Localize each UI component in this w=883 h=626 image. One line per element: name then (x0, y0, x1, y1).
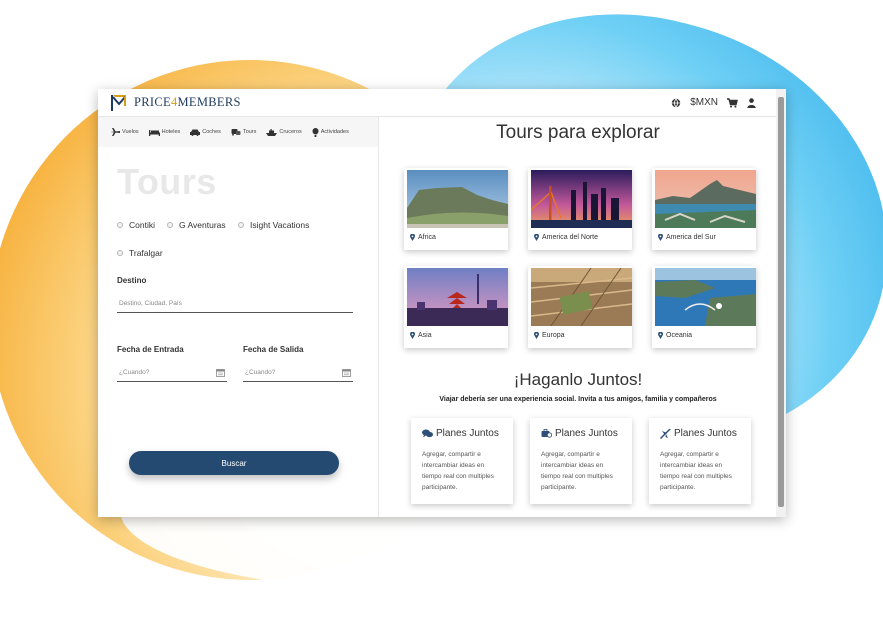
map-pin-icon (658, 234, 663, 241)
plan-card-header: Planes Juntos (541, 428, 622, 439)
search-panel: Vuelos Hoteles Coches Tours Cruceros Act… (98, 117, 379, 517)
checkin-label: Fecha de Entrada (117, 345, 184, 354)
tour-label-oceania: Oceania (658, 332, 692, 339)
radio-button[interactable] (117, 250, 123, 256)
plan-card-text: Agregar, compartir e intercambiar ideas … (422, 451, 494, 491)
operator-option-trafalgar[interactable]: Trafalgar (117, 248, 163, 258)
tour-bus-icon (231, 129, 241, 136)
plan-card-header: Planes Juntos (422, 428, 503, 439)
tour-image-europa (531, 268, 632, 326)
tours-title: Tours para explorar (496, 122, 660, 143)
plan-card-3[interactable]: Planes Juntos Agregar, compartir e inter… (649, 418, 751, 504)
top-actions: $MXN (671, 97, 756, 108)
ship-icon (266, 128, 278, 136)
plan-card-2[interactable]: Planes Juntos Agregar, compartir e inter… (530, 418, 632, 504)
destination-input[interactable]: Destino, Ciudad, País (117, 295, 353, 313)
tour-card-oceania[interactable]: Oceania (652, 266, 756, 348)
nav-item-vuelos[interactable]: Vuelos (110, 128, 139, 136)
tours-panel: Tours para explorar Africa America del N… (380, 117, 776, 517)
tour-label-america-del-sur: America del Sur (658, 234, 716, 241)
top-bar: PRICE4MEMBERS $MXN (98, 89, 786, 117)
scrollbar-thumb[interactable] (778, 97, 784, 507)
tour-label-asia: Asia (410, 332, 432, 339)
tour-image-asia (407, 268, 508, 326)
tour-label-europa: Europa (534, 332, 565, 339)
map-pin-icon (534, 234, 539, 241)
car-icon (190, 129, 201, 136)
plan-card-text: Agregar, compartir e intercambiar ideas … (660, 451, 732, 491)
tour-card-america-del-sur[interactable]: America del Sur (652, 168, 756, 250)
operator-option-contiki[interactable]: Contiki (117, 220, 155, 230)
radio-button[interactable] (167, 222, 173, 228)
together-title: ¡Haganlo Juntos! (513, 370, 643, 389)
map-pin-icon (410, 332, 415, 339)
tour-label-africa: Africa (410, 234, 436, 241)
currency-selector[interactable]: $MXN (690, 97, 718, 108)
nav-item-actividades[interactable]: Actividades (312, 127, 349, 137)
checkout-date-input[interactable]: ¿Cuando? (243, 364, 353, 382)
nav-item-hoteles[interactable]: Hoteles (148, 129, 180, 136)
operator-option-isight-vacations[interactable]: Isight Vacations (238, 220, 309, 230)
logo-mark-icon (111, 94, 126, 111)
checkin-date-input[interactable]: ¿Cuando? (117, 364, 227, 382)
browser-window: PRICE4MEMBERS $MXN Vuelos Hoteles Coches (98, 89, 786, 517)
user-icon[interactable] (747, 97, 756, 108)
suitcase-icon (541, 429, 552, 438)
nav-item-tours[interactable]: Tours (231, 128, 256, 136)
tour-card-europa[interactable]: Europa (528, 266, 632, 348)
vertical-scrollbar[interactable] (776, 89, 786, 517)
page-title: Tours (117, 161, 217, 202)
brand-logo[interactable]: PRICE4MEMBERS (110, 94, 241, 112)
calendar-icon[interactable] (342, 368, 351, 377)
tour-image-america-del-sur (655, 170, 756, 228)
tour-card-asia[interactable]: Asia (404, 266, 508, 348)
destination-label: Destino (117, 276, 147, 285)
radio-button[interactable] (238, 222, 244, 228)
checkout-label: Fecha de Salida (243, 345, 304, 354)
nav-item-coches[interactable]: Coches (190, 129, 221, 136)
tour-image-america-del-norte (531, 170, 632, 228)
plan-card-1[interactable]: Planes Juntos Agregar, compartir e inter… (411, 418, 513, 504)
tour-image-africa (407, 170, 508, 228)
calendar-icon[interactable] (216, 368, 225, 377)
tour-image-oceania (655, 268, 756, 326)
category-nav: Vuelos Hoteles Coches Tours Cruceros Act… (98, 117, 378, 147)
balloon-icon (312, 127, 319, 137)
globe-icon[interactable] (671, 98, 681, 108)
map-pin-icon (410, 234, 415, 241)
tour-card-africa[interactable]: Africa (404, 168, 508, 250)
plane-icon (110, 128, 120, 136)
together-subtitle: Viajar debería ser una experiencia socia… (439, 396, 717, 403)
plan-card-text: Agregar, compartir e intercambiar ideas … (541, 451, 613, 491)
search-button[interactable]: Buscar (129, 451, 339, 475)
map-pin-icon (534, 332, 539, 339)
operator-option-g-aventuras[interactable]: G Aventuras (167, 220, 226, 230)
radio-button[interactable] (117, 222, 123, 228)
tour-label-america-del-norte: America del Norte (534, 234, 598, 241)
plane-icon (660, 428, 671, 439)
bed-icon (148, 129, 160, 136)
brand-name: PRICE4MEMBERS (134, 95, 241, 109)
nav-item-cruceros[interactable]: Cruceros (266, 128, 302, 136)
tour-card-america-del-norte[interactable]: America del Norte (528, 168, 632, 250)
cart-icon[interactable] (727, 97, 738, 108)
map-pin-icon (658, 332, 663, 339)
plan-card-header: Planes Juntos (660, 428, 741, 439)
comments-icon (422, 429, 433, 438)
